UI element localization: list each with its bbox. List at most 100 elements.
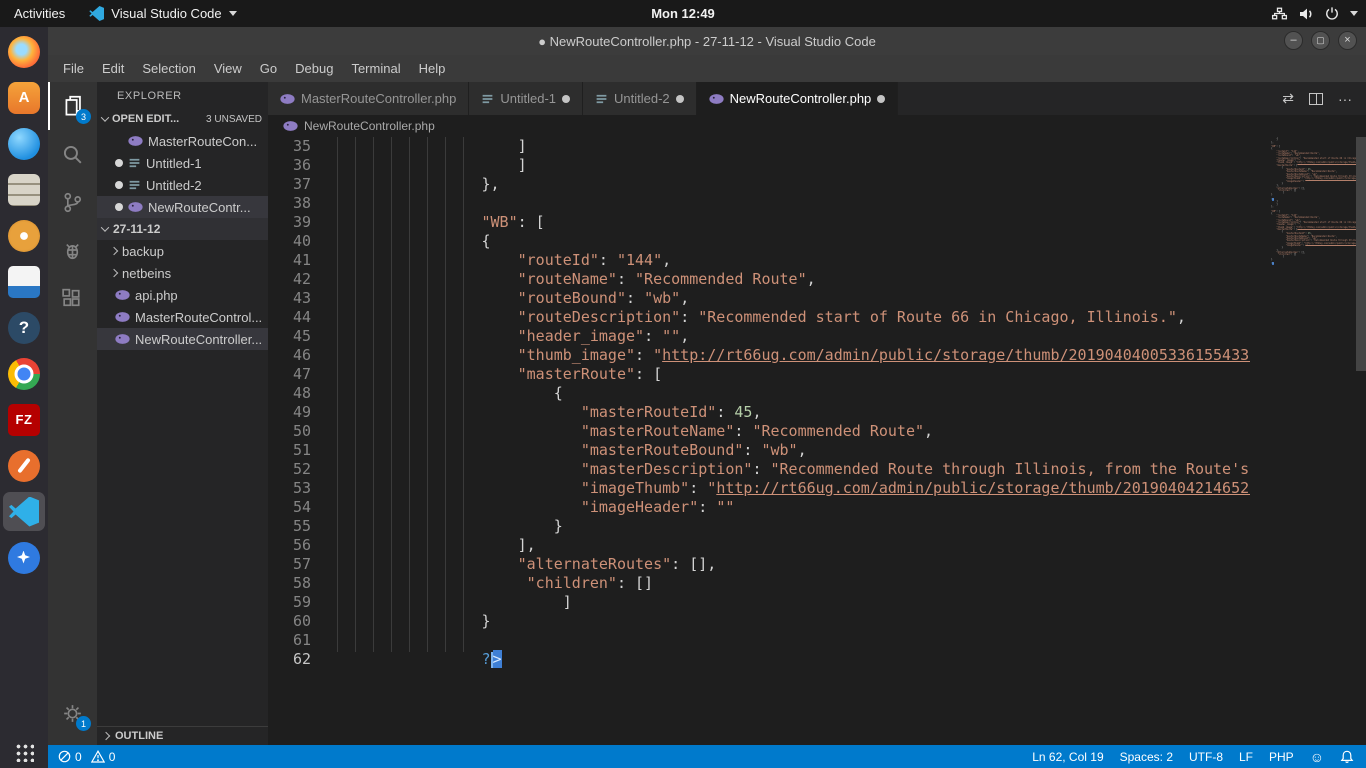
line-number[interactable]: 54 xyxy=(268,498,311,517)
menu-selection[interactable]: Selection xyxy=(133,58,204,79)
line-number[interactable]: 46 xyxy=(268,346,311,365)
title-bar[interactable]: ● NewRouteController.php - 27-11-12 - Vi… xyxy=(48,27,1366,55)
minimap[interactable]: ] ] }, "WB": [ { "routeId": "144", "rout… xyxy=(1250,137,1356,745)
code-line-48[interactable]: { xyxy=(337,384,1250,403)
code-line-42[interactable]: "routeName": "Recommended Route", xyxy=(337,270,1250,289)
notifications-bell-icon[interactable] xyxy=(1340,750,1354,764)
code-line-59[interactable]: ] xyxy=(337,593,1250,612)
menu-terminal[interactable]: Terminal xyxy=(342,58,409,79)
workspace-root[interactable]: 27-11-12 xyxy=(97,218,268,240)
filezilla-icon[interactable]: FZ xyxy=(3,400,45,439)
close-button[interactable]: × xyxy=(1338,31,1357,50)
tab-newroutecontroller-php[interactable]: NewRouteController.php xyxy=(697,82,899,115)
open-editor-item[interactable]: MasterRouteCon... xyxy=(97,130,268,152)
tab-untitled-2[interactable]: Untitled-2 xyxy=(583,82,697,115)
dirty-indicator[interactable] xyxy=(562,95,570,103)
code-line-50[interactable]: "masterRouteName": "Recommended Route", xyxy=(337,422,1250,441)
code-line-47[interactable]: "masterRoute": [ xyxy=(337,365,1250,384)
code-line-49[interactable]: "masterRouteId": 45, xyxy=(337,403,1250,422)
code-line-55[interactable]: } xyxy=(337,517,1250,536)
menu-view[interactable]: View xyxy=(205,58,251,79)
encoding-setting[interactable]: UTF-8 xyxy=(1189,750,1223,764)
code-line-56[interactable]: ], xyxy=(337,536,1250,555)
menu-file[interactable]: File xyxy=(54,58,93,79)
eol-setting[interactable]: LF xyxy=(1239,750,1253,764)
code-line-38[interactable] xyxy=(337,194,1250,213)
line-number[interactable]: 37 xyxy=(268,175,311,194)
split-editor-icon[interactable] xyxy=(1309,93,1323,105)
show-applications-button[interactable] xyxy=(0,738,48,766)
code-line-37[interactable]: }, xyxy=(337,175,1250,194)
open-editors-header[interactable]: OPEN EDIT... 3 UNSAVED xyxy=(97,108,268,130)
code-line-45[interactable]: "header_image": "", xyxy=(337,327,1250,346)
line-number[interactable]: 59 xyxy=(268,593,311,612)
file-cabinet-icon[interactable] xyxy=(3,170,45,209)
tree-file[interactable]: MasterRouteControl... xyxy=(97,306,268,328)
line-number[interactable]: 57 xyxy=(268,555,311,574)
tree-file[interactable]: NewRouteController... xyxy=(97,328,268,350)
breadcrumb[interactable]: NewRouteController.php xyxy=(268,115,1366,137)
line-number[interactable]: 62 xyxy=(268,650,311,669)
indentation-setting[interactable]: Spaces: 2 xyxy=(1120,750,1173,764)
line-number[interactable]: 36 xyxy=(268,156,311,175)
line-number[interactable]: 39 xyxy=(268,213,311,232)
tab-untitled-1[interactable]: Untitled-1 xyxy=(469,82,583,115)
line-number[interactable]: 49 xyxy=(268,403,311,422)
open-editor-item[interactable]: NewRouteContr... xyxy=(97,196,268,218)
line-number[interactable]: 38 xyxy=(268,194,311,213)
line-number[interactable]: 48 xyxy=(268,384,311,403)
firefox-icon[interactable] xyxy=(3,32,45,71)
line-number[interactable]: 50 xyxy=(268,422,311,441)
code-line-58[interactable]: "children": [] xyxy=(337,574,1250,593)
chat-app-icon[interactable] xyxy=(3,124,45,163)
menu-debug[interactable]: Debug xyxy=(286,58,342,79)
code-line-60[interactable]: } xyxy=(337,612,1250,631)
manage-button[interactable]: 1 xyxy=(48,689,97,737)
editor-scrollbar[interactable] xyxy=(1356,137,1366,745)
code-line-43[interactable]: "routeBound": "wb", xyxy=(337,289,1250,308)
minimize-button[interactable]: – xyxy=(1284,31,1303,50)
maximize-button[interactable]: ▢ xyxy=(1311,31,1330,50)
code-line-52[interactable]: "masterDescription": "Recommended Route … xyxy=(337,460,1250,479)
help-app-icon[interactable]: ? xyxy=(3,308,45,347)
code-line-40[interactable]: { xyxy=(337,232,1250,251)
line-number[interactable]: 56 xyxy=(268,536,311,555)
code-line-44[interactable]: "routeDescription": "Recommended start o… xyxy=(337,308,1250,327)
search-activity-button[interactable] xyxy=(48,130,97,178)
line-number[interactable]: 42 xyxy=(268,270,311,289)
code-line-36[interactable]: ] xyxy=(337,156,1250,175)
line-number[interactable]: 44 xyxy=(268,308,311,327)
line-number[interactable]: 53 xyxy=(268,479,311,498)
code-line-39[interactable]: "WB": [ xyxy=(337,213,1250,232)
activities-button[interactable]: Activities xyxy=(0,0,79,27)
focused-app-menu[interactable]: Visual Studio Code xyxy=(79,0,246,27)
code-line-54[interactable]: "imageHeader": "" xyxy=(337,498,1250,517)
camera-app-icon[interactable] xyxy=(3,216,45,255)
source-control-activity-button[interactable] xyxy=(48,178,97,226)
a-app-icon[interactable]: A xyxy=(3,78,45,117)
code-editor[interactable]: 3536373839404142434445464748495051525354… xyxy=(268,137,1366,745)
line-number[interactable]: 55 xyxy=(268,517,311,536)
line-number[interactable]: 43 xyxy=(268,289,311,308)
more-actions-icon[interactable]: ··· xyxy=(1338,91,1352,107)
line-number[interactable]: 35 xyxy=(268,137,311,156)
menu-go[interactable]: Go xyxy=(251,58,286,79)
explorer-activity-button[interactable]: 3 xyxy=(48,82,97,130)
problems-indicator[interactable]: 0 0 xyxy=(58,750,115,764)
tools-app-icon[interactable] xyxy=(3,446,45,485)
system-tray[interactable] xyxy=(1271,0,1358,27)
language-mode[interactable]: PHP xyxy=(1269,750,1294,764)
writer-app-icon[interactable] xyxy=(3,262,45,301)
line-number[interactable]: 47 xyxy=(268,365,311,384)
code-line-57[interactable]: "alternateRoutes": [], xyxy=(337,555,1250,574)
line-number[interactable]: 40 xyxy=(268,232,311,251)
cursor-position[interactable]: Ln 62, Col 19 xyxy=(1032,750,1103,764)
clock[interactable]: Mon 12:49 xyxy=(651,6,715,21)
spark-app-icon[interactable] xyxy=(3,538,45,577)
outline-section-header[interactable]: OUTLINE xyxy=(97,726,268,745)
line-number[interactable]: 51 xyxy=(268,441,311,460)
code-lines[interactable]: ] ] }, "WB": [ { "routeId": "144", "rout… xyxy=(337,137,1250,669)
vscode-icon[interactable] xyxy=(3,492,45,531)
line-number[interactable]: 52 xyxy=(268,460,311,479)
menu-help[interactable]: Help xyxy=(410,58,455,79)
